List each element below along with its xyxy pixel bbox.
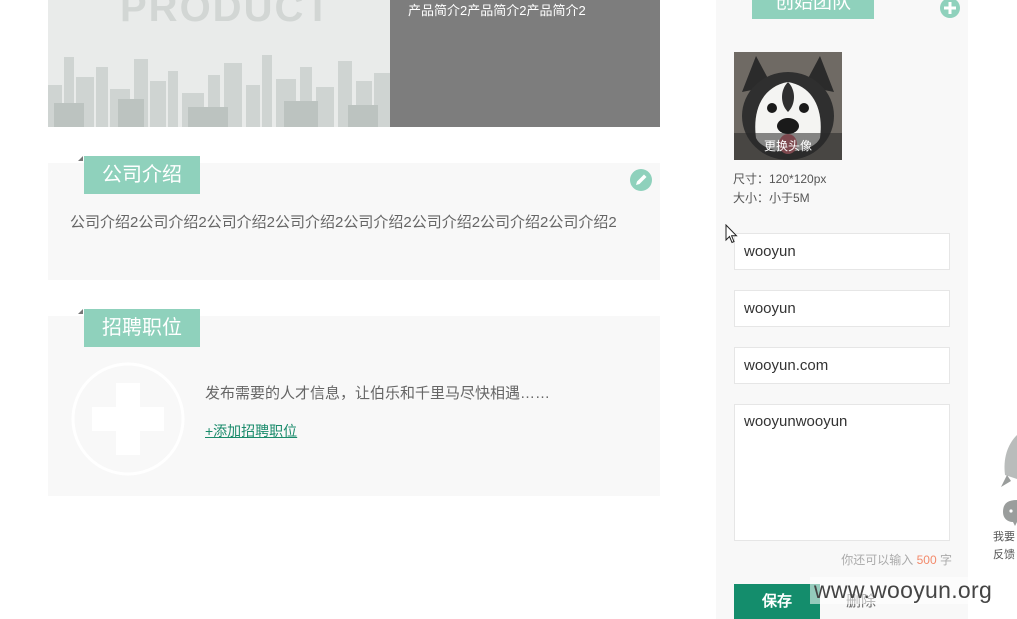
member-bio-textarea[interactable]: wooyunwooyun (734, 404, 950, 541)
product-description: 产品简介2产品简介2产品简介2 (408, 3, 586, 18)
save-button[interactable]: 保存 (734, 584, 820, 619)
city-skyline-image (48, 55, 390, 127)
feedback-chat-icon[interactable] (1003, 500, 1017, 526)
product-banner: PRODUCT 产品简介2产品简介2产品简介2 (48, 0, 660, 127)
company-intro-text: 公司介绍2公司介绍2公司介绍2公司介绍2公司介绍2公司介绍2公司介绍2公司介绍2 (70, 214, 617, 231)
avatar-size-hint: 尺寸：120*120px (733, 172, 827, 186)
member-name-input[interactable] (734, 233, 950, 270)
product-description-panel: 产品简介2产品简介2产品简介2 (390, 0, 660, 127)
team-title: 创始团队 (752, 0, 874, 19)
add-member-plus-icon[interactable] (940, 0, 960, 18)
member-link-input[interactable] (734, 347, 950, 384)
add-job-link[interactable]: +添加招聘职位 (205, 421, 297, 441)
product-image: PRODUCT (48, 0, 390, 127)
jobs-title: 招聘职位 (84, 309, 200, 347)
avatar[interactable]: 更换头像 (734, 52, 842, 160)
tab-notch (78, 309, 83, 314)
member-position-input[interactable] (734, 290, 950, 327)
feedback-label[interactable]: 我要反馈 (993, 528, 1017, 564)
change-avatar-button[interactable]: 更换头像 (734, 133, 842, 160)
remaining-number: 500 (916, 553, 937, 567)
add-job-plus-icon[interactable] (70, 361, 186, 477)
company-intro-title: 公司介绍 (84, 156, 200, 194)
company-intro-section: 公司介绍 公司介绍2公司介绍2公司介绍2公司介绍2公司介绍2公司介绍2公司介绍2… (48, 156, 660, 280)
remaining-prefix: 你还可以输入 (841, 553, 914, 567)
back-to-top-rocket-icon[interactable] (1001, 435, 1017, 491)
jobs-section: 招聘职位 发布需要的人才信息，让伯乐和千里马尽快相遇…… +添加招聘职位 (48, 309, 660, 496)
remaining-suffix: 字 (939, 553, 952, 567)
product-banner-word: PRODUCT (120, 0, 332, 30)
watermark: www.wooyun.org (810, 577, 997, 604)
jobs-description: 发布需要的人才信息，让伯乐和千里马尽快相遇…… (205, 385, 551, 402)
founding-team-panel: 创始团队 更换头像 尺寸：120*120px 大小：小于5M wooyun woo… (716, 0, 968, 619)
avatar-file-size-hint: 大小：小于5M (733, 191, 810, 205)
mouse-cursor-icon (725, 224, 738, 244)
tab-notch (78, 156, 83, 161)
remaining-char-count: 你还可以输入 500 字 (841, 551, 952, 568)
edit-pencil-icon[interactable] (630, 169, 652, 191)
